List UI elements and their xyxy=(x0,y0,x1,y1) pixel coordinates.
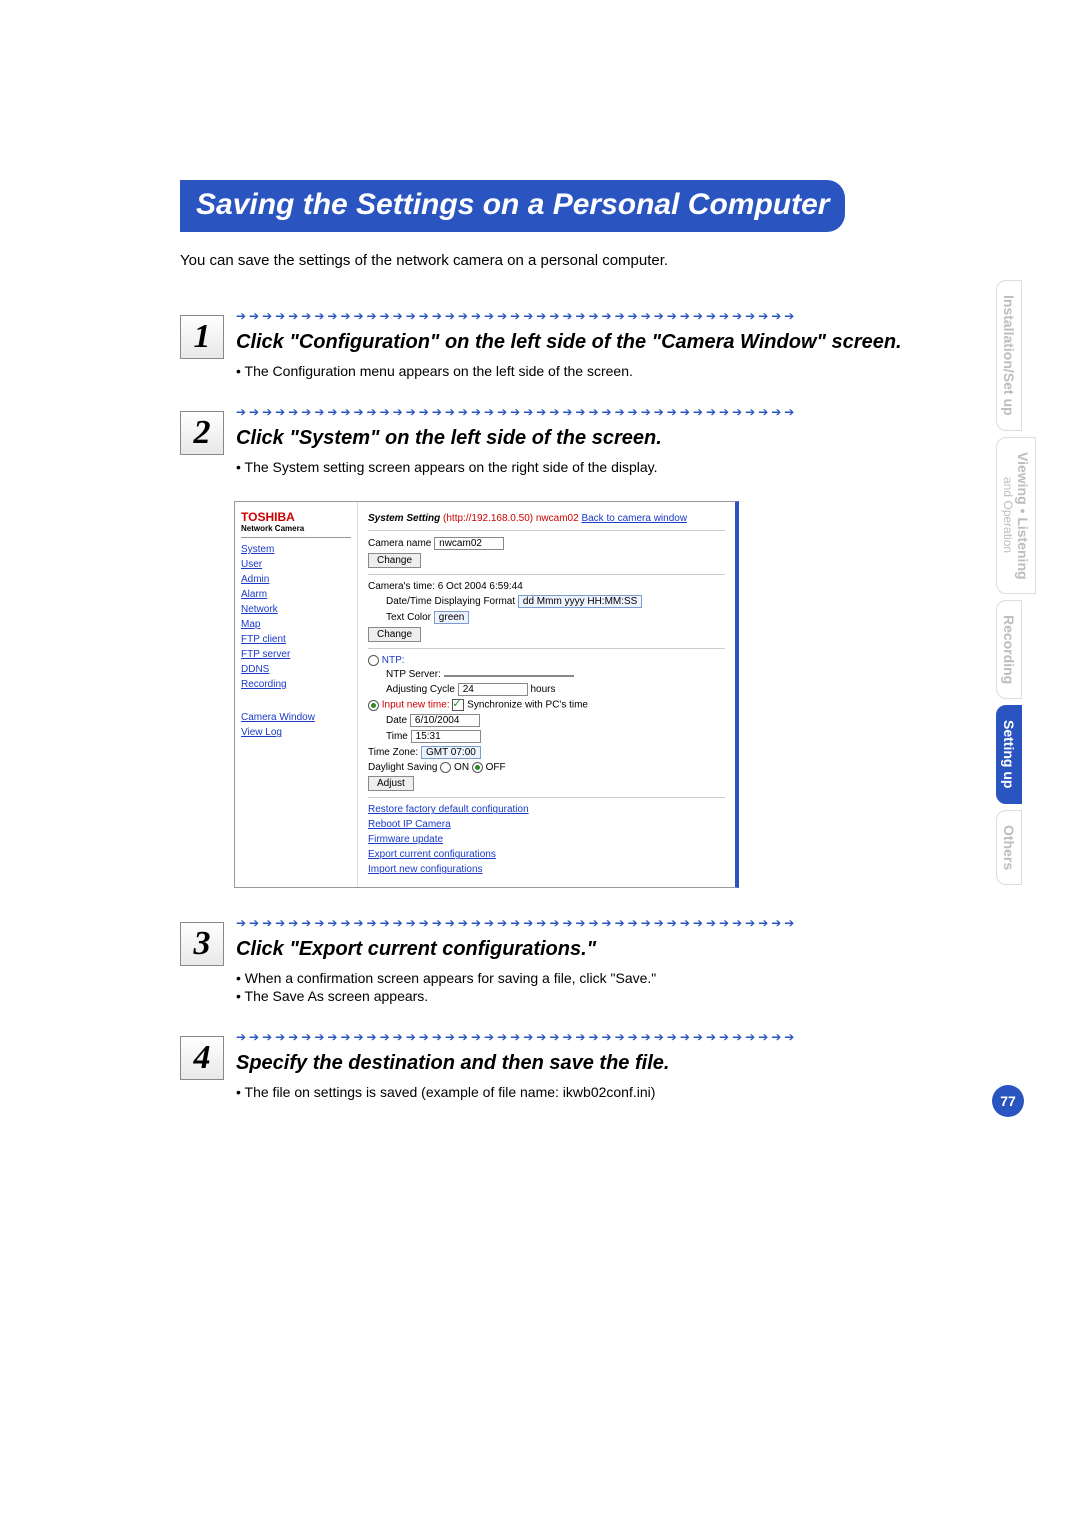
timezone-select[interactable]: GMT 07:00 xyxy=(421,746,481,759)
tab-setting-up[interactable]: Setting up xyxy=(996,705,1022,803)
arrow-decoration: ➔➔➔➔➔➔➔➔➔➔➔➔➔➔➔➔➔➔➔➔➔➔➔➔➔➔➔➔➔➔➔➔➔➔➔➔➔➔➔➔… xyxy=(236,1030,1020,1044)
step-bullet: • The System setting screen appears on t… xyxy=(236,459,1020,475)
step-title: Specify the destination and then save th… xyxy=(236,1050,1020,1076)
tab-viewing[interactable]: Viewing • Listening and Operation xyxy=(996,437,1036,595)
ntp-server-input[interactable] xyxy=(444,675,574,677)
text-color-label: Text Color xyxy=(386,612,431,623)
camera-time-value: 6 Oct 2004 6:59:44 xyxy=(438,581,523,592)
camera-name-label: Camera name xyxy=(368,538,431,549)
page-title: Saving the Settings on a Personal Comput… xyxy=(180,180,845,232)
dt-format-label: Date/Time Displaying Format xyxy=(386,596,515,607)
sidebar-link[interactable]: FTP client xyxy=(241,634,351,645)
adjust-button[interactable]: Adjust xyxy=(368,776,414,791)
date-label: Date xyxy=(386,715,407,726)
input-new-time-label: Input new time: xyxy=(382,700,450,711)
change-button-2[interactable]: Change xyxy=(368,627,421,642)
page-number-badge: 77 xyxy=(992,1085,1024,1117)
back-link[interactable]: Back to camera window xyxy=(581,513,687,524)
adjusting-cycle-input[interactable]: 24 xyxy=(458,683,528,696)
step-number: 1 xyxy=(180,315,224,359)
step-number: 2 xyxy=(180,411,224,455)
adjusting-cycle-unit: hours xyxy=(530,684,555,695)
sidebar-link[interactable]: View Log xyxy=(241,727,351,738)
arrow-decoration: ➔➔➔➔➔➔➔➔➔➔➔➔➔➔➔➔➔➔➔➔➔➔➔➔➔➔➔➔➔➔➔➔➔➔➔➔➔➔➔➔… xyxy=(236,309,1020,323)
step-number: 4 xyxy=(180,1036,224,1080)
screenshot-sidebar: TOSHIBA Network Camera System User Admin… xyxy=(235,502,358,887)
step-bullet: • The Configuration menu appears on the … xyxy=(236,363,1020,379)
firmware-update-link[interactable]: Firmware update xyxy=(368,834,725,845)
step-number: 3 xyxy=(180,922,224,966)
step-2: 2 ➔➔➔➔➔➔➔➔➔➔➔➔➔➔➔➔➔➔➔➔➔➔➔➔➔➔➔➔➔➔➔➔➔➔➔➔➔➔… xyxy=(180,405,1020,477)
change-button[interactable]: Change xyxy=(368,553,421,568)
import-config-link[interactable]: Import new configurations xyxy=(368,864,725,875)
time-label: Time xyxy=(386,731,408,742)
system-setting-screenshot: TOSHIBA Network Camera System User Admin… xyxy=(234,501,739,888)
tab-others[interactable]: Others xyxy=(996,810,1022,885)
sync-pc-checkbox[interactable] xyxy=(452,699,464,711)
step-title: Click "Configuration" on the left side o… xyxy=(236,329,1020,355)
step-bullet: • The Save As screen appears. xyxy=(236,988,1020,1004)
time-input[interactable]: 15:31 xyxy=(411,730,481,743)
arrow-decoration: ➔➔➔➔➔➔➔➔➔➔➔➔➔➔➔➔➔➔➔➔➔➔➔➔➔➔➔➔➔➔➔➔➔➔➔➔➔➔➔➔… xyxy=(236,916,1020,930)
restore-default-link[interactable]: Restore factory default configuration xyxy=(368,804,725,815)
system-setting-header: System Setting xyxy=(368,513,440,524)
step-title: Click "System" on the left side of the s… xyxy=(236,425,1020,451)
sidebar-link[interactable]: DDNS xyxy=(241,664,351,675)
text-color-select[interactable]: green xyxy=(434,611,470,624)
step-4: 4 ➔➔➔➔➔➔➔➔➔➔➔➔➔➔➔➔➔➔➔➔➔➔➔➔➔➔➔➔➔➔➔➔➔➔➔➔➔➔… xyxy=(180,1030,1020,1102)
on-label: ON xyxy=(454,762,469,773)
toshiba-logo: TOSHIBA xyxy=(241,510,351,524)
tab-installation[interactable]: Installation/Set up xyxy=(996,280,1022,431)
step-3: 3 ➔➔➔➔➔➔➔➔➔➔➔➔➔➔➔➔➔➔➔➔➔➔➔➔➔➔➔➔➔➔➔➔➔➔➔➔➔➔… xyxy=(180,916,1020,1006)
adjusting-cycle-label: Adjusting Cycle xyxy=(386,684,455,695)
manual-page: ◉°○ Saving the Settings on a Personal Co… xyxy=(0,0,1080,1527)
sidebar-link[interactable]: Alarm xyxy=(241,589,351,600)
export-config-link[interactable]: Export current configurations xyxy=(368,849,725,860)
ntp-label: NTP: xyxy=(382,655,405,666)
daylight-off-radio[interactable] xyxy=(472,762,483,773)
dt-format-select[interactable]: dd Mmm yyyy HH:MM:SS xyxy=(518,595,642,608)
sync-pc-label: Synchronize with PC's time xyxy=(467,700,588,711)
daylight-label: Daylight Saving xyxy=(368,762,437,773)
sidebar-link[interactable]: Network xyxy=(241,604,351,615)
ntp-server-label: NTP Server: xyxy=(386,669,441,680)
camera-time-label: Camera's time: xyxy=(368,581,435,592)
intro-text: You can save the settings of the network… xyxy=(180,252,1020,269)
date-input[interactable]: 6/10/2004 xyxy=(410,714,480,727)
input-new-time-radio[interactable] xyxy=(368,700,379,711)
arrow-decoration: ➔➔➔➔➔➔➔➔➔➔➔➔➔➔➔➔➔➔➔➔➔➔➔➔➔➔➔➔➔➔➔➔➔➔➔➔➔➔➔➔… xyxy=(236,405,1020,419)
tab-label: Viewing • Listening xyxy=(1015,452,1031,580)
daylight-on-radio[interactable] xyxy=(440,762,451,773)
step-bullet: • The file on settings is saved (example… xyxy=(236,1084,1020,1100)
section-tabs: Installation/Set up Viewing • Listening … xyxy=(996,280,1024,891)
screenshot-main: System Setting (http://192.168.0.50) nwc… xyxy=(358,502,735,887)
tab-sublabel: and Operation xyxy=(1001,452,1015,580)
sidebar-link[interactable]: Admin xyxy=(241,574,351,585)
sidebar-link[interactable]: Camera Window xyxy=(241,712,351,723)
sidebar-link[interactable]: Recording xyxy=(241,679,351,690)
logo-subtitle: Network Camera xyxy=(241,524,351,538)
sidebar-link[interactable]: User xyxy=(241,559,351,570)
camera-name-input[interactable]: nwcam02 xyxy=(434,537,504,550)
sidebar-link[interactable]: System xyxy=(241,544,351,555)
sidebar-link[interactable]: FTP server xyxy=(241,649,351,660)
sidebar-link[interactable]: Map xyxy=(241,619,351,630)
off-label: OFF xyxy=(486,762,506,773)
step-title: Click "Export current configurations." xyxy=(236,936,1020,962)
reboot-link[interactable]: Reboot IP Camera xyxy=(368,819,725,830)
step-bullet: • When a confirmation screen appears for… xyxy=(236,970,1020,986)
step-1: 1 ➔➔➔➔➔➔➔➔➔➔➔➔➔➔➔➔➔➔➔➔➔➔➔➔➔➔➔➔➔➔➔➔➔➔➔➔➔➔… xyxy=(180,309,1020,381)
header-url: (http://192.168.0.50) nwcam02 xyxy=(443,513,579,524)
ntp-radio[interactable] xyxy=(368,655,379,666)
timezone-label: Time Zone: xyxy=(368,747,418,758)
tab-recording[interactable]: Recording xyxy=(996,600,1022,699)
